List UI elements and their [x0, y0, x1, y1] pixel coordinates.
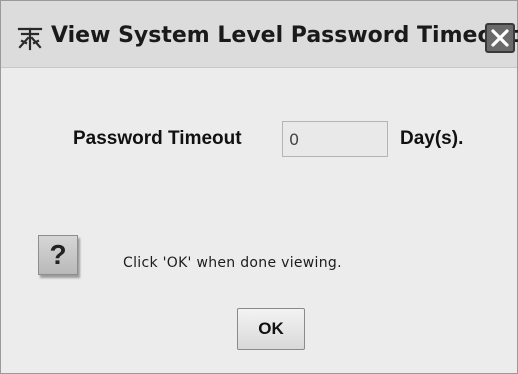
- password-timeout-label: Password Timeout: [73, 128, 242, 149]
- close-icon: [491, 29, 509, 47]
- question-icon: ?: [38, 235, 78, 275]
- info-message: Click 'OK' when done viewing.: [123, 255, 342, 271]
- days-unit-label: Day(s).: [400, 128, 464, 149]
- title-bar[interactable]: View System Level Password Timeout: [1, 1, 518, 68]
- ok-button[interactable]: OK: [237, 308, 305, 350]
- dialog-window: View System Level Password Timeout Passw…: [0, 0, 518, 374]
- close-button[interactable]: [485, 23, 515, 53]
- window-title: View System Level Password Timeout: [51, 23, 518, 48]
- app-logo-icon: [17, 25, 43, 51]
- password-timeout-field[interactable]: [282, 121, 388, 157]
